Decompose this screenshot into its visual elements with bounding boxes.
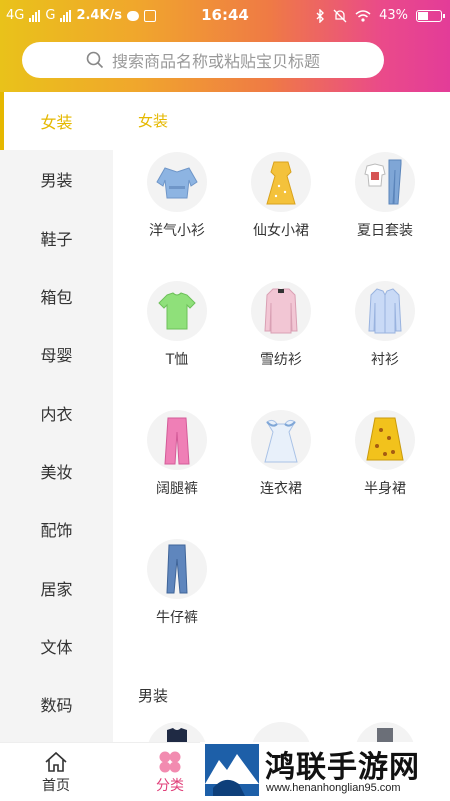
sidebar-item-label: 配饰 (40, 521, 73, 541)
sidebar-item-bags[interactable]: 箱包 (0, 267, 113, 325)
sidebar-item-women[interactable]: 女装 (0, 92, 113, 151)
category-item[interactable]: 衬衫 (335, 281, 435, 369)
battery-icon (416, 9, 445, 22)
status-bar: 4G G 2.4K/s 16:44 43% (0, 0, 450, 32)
watermark-title: 鸿联手游网 (265, 750, 420, 785)
category-item[interactable]: 牛仔裤 (127, 539, 227, 627)
sidebar-item-stationery[interactable]: 文体 (0, 617, 113, 675)
summer-set-icon (355, 152, 415, 212)
sidebar-item-label: 女装 (40, 113, 73, 133)
battery-percent: 43% (379, 8, 408, 23)
sidebar-item-accessories[interactable]: 配饰 (0, 500, 113, 558)
sidebar-item-baby[interactable]: 母婴 (0, 325, 113, 383)
shirt-icon (355, 281, 415, 341)
category-item-label: 阔腿裤 (156, 481, 198, 497)
header: 4G G 2.4K/s 16:44 43% 搜索商品名称或粘贴宝贝标题 (0, 0, 450, 92)
category-item-label: 雪纺衫 (260, 352, 302, 368)
category-item-label: T恤 (165, 352, 189, 368)
category-item-label: 夏日套装 (357, 223, 413, 239)
category-clover-icon (159, 751, 181, 773)
category-item-label: 牛仔裤 (156, 610, 198, 626)
mute-bell-icon (333, 9, 347, 22)
wide-pants-icon (147, 410, 207, 470)
bluetooth-icon (316, 8, 325, 23)
men-item-thumb[interactable] (251, 722, 311, 742)
search-input[interactable]: 搜索商品名称或粘贴宝贝标题 (22, 42, 384, 78)
watermark: 鸿联手游网 www.henanhonglian95.com (200, 742, 450, 800)
category-item[interactable]: 连衣裙 (231, 410, 331, 498)
category-sidebar: 女装 男装 鞋子 箱包 母婴 内衣 美妆 配饰 居家 文体 数码 (0, 92, 113, 742)
category-item-label: 洋气小衫 (149, 223, 205, 239)
sidebar-item-men[interactable]: 男装 (0, 150, 113, 208)
section-title-women: 女装 (138, 112, 169, 130)
category-item-label: 仙女小裙 (253, 223, 309, 239)
chiffon-shirt-icon (251, 281, 311, 341)
sidebar-item-label: 数码 (40, 696, 73, 716)
search-icon (86, 51, 104, 69)
watermark-url: www.henanhonglian95.com (266, 782, 401, 794)
sidebar-item-label: 美妆 (40, 462, 73, 482)
sidebar-item-label: 男装 (40, 171, 73, 191)
dress-yellow-icon (251, 152, 311, 212)
tab-category-label: 分类 (156, 778, 184, 794)
category-item[interactable]: 夏日套装 (335, 152, 435, 240)
jeans-icon (147, 539, 207, 599)
sidebar-item-beauty[interactable]: 美妆 (0, 442, 113, 500)
tab-home[interactable]: 首页 (16, 749, 96, 795)
men-item-thumb[interactable] (355, 722, 415, 742)
sidebar-item-label: 文体 (40, 637, 73, 657)
category-item[interactable]: T恤 (127, 281, 227, 369)
category-item[interactable]: 雪纺衫 (231, 281, 331, 369)
sidebar-item-underwear[interactable]: 内衣 (0, 383, 113, 441)
watermark-logo (205, 744, 259, 796)
search-placeholder: 搜索商品名称或粘贴宝贝标题 (111, 52, 320, 71)
blouse-icon (147, 152, 207, 212)
category-content: 女装 洋气小衫 仙女小裙 夏日套装 T恤 雪纺衫 衬衫 阔腿裤 连衣裙 半身裙 … (113, 92, 450, 742)
sidebar-item-label: 母婴 (40, 346, 73, 366)
category-item-label: 衬衫 (371, 352, 399, 368)
sidebar-item-digital[interactable]: 数码 (0, 675, 113, 733)
section-title-men: 男装 (138, 687, 169, 705)
category-item[interactable]: 阔腿裤 (127, 410, 227, 498)
category-item[interactable]: 仙女小裙 (231, 152, 331, 240)
sidebar-item-label: 鞋子 (40, 229, 73, 249)
category-item[interactable]: 洋气小衫 (127, 152, 227, 240)
home-icon (45, 751, 67, 772)
sidebar-item-home[interactable]: 居家 (0, 558, 113, 616)
category-item-label: 半身裙 (364, 481, 406, 497)
sidebar-item-shoes[interactable]: 鞋子 (0, 209, 113, 267)
skirt-icon (355, 410, 415, 470)
men-item-thumb[interactable] (147, 722, 207, 742)
dress-icon (251, 410, 311, 470)
tab-home-label: 首页 (42, 778, 70, 794)
sidebar-item-label: 居家 (40, 579, 73, 599)
sidebar-item-label: 内衣 (40, 404, 73, 424)
tshirt-icon (147, 281, 207, 341)
tab-category[interactable]: 分类 (130, 749, 210, 795)
wifi-icon (355, 9, 371, 22)
category-item-label: 连衣裙 (260, 481, 302, 497)
sidebar-item-label: 箱包 (40, 288, 73, 308)
category-item[interactable]: 半身裙 (335, 410, 435, 498)
